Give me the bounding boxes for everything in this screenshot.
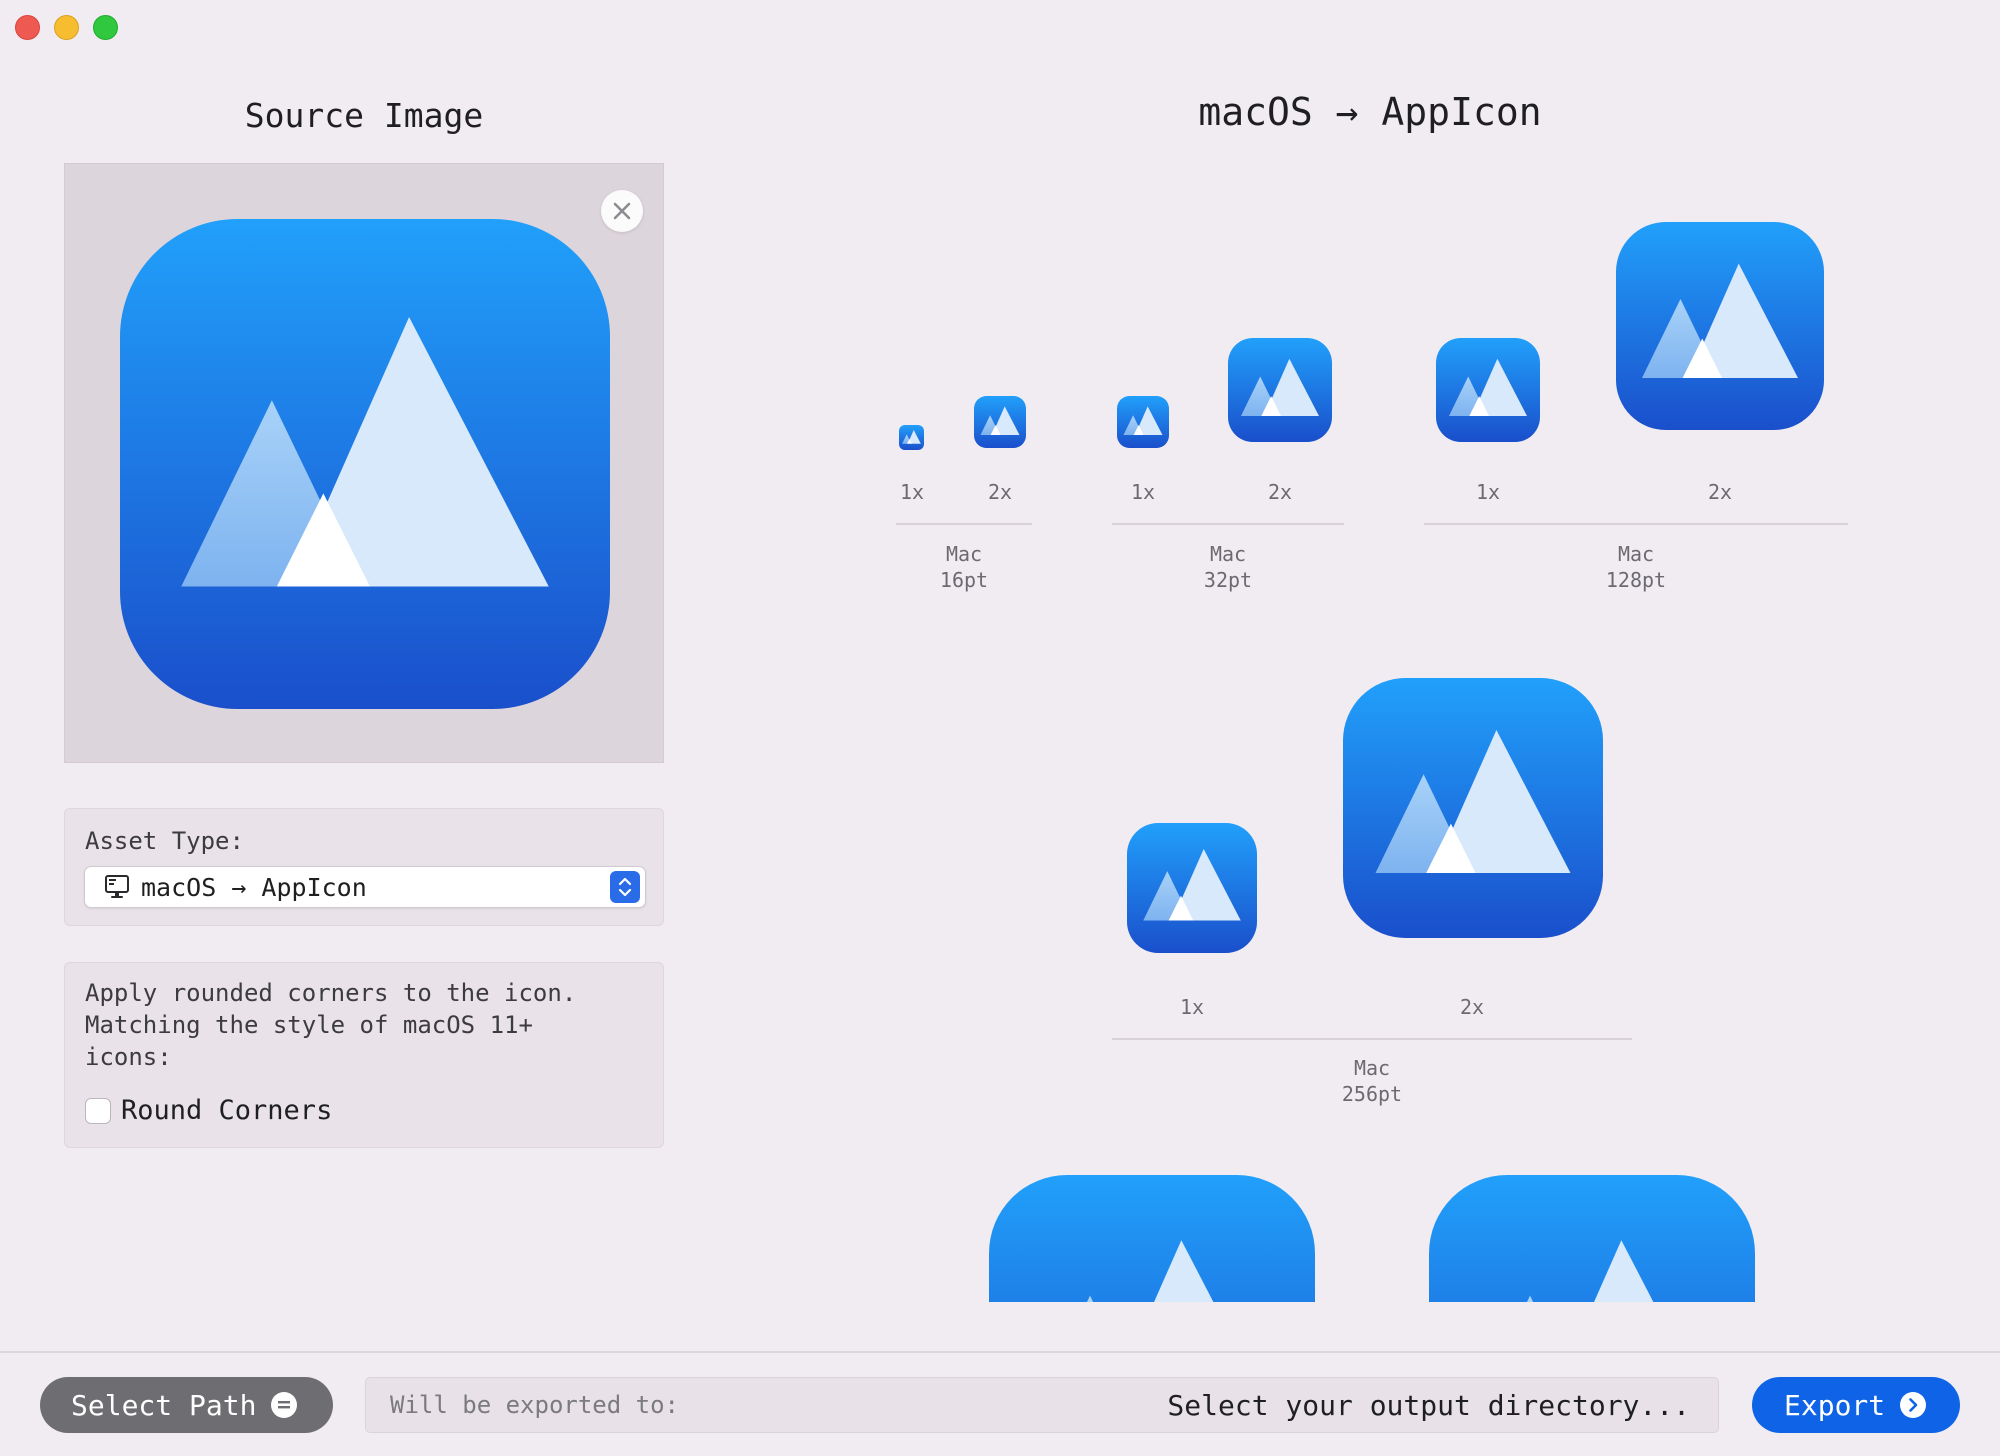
folder-icon — [271, 1392, 298, 1418]
close-window-button[interactable] — [15, 15, 40, 40]
zoom-window-button[interactable] — [93, 15, 118, 40]
group-label-256pt: Mac 256pt — [1341, 1056, 1403, 1106]
monitor-icon — [105, 875, 129, 898]
select-path-label: Select Path — [71, 1388, 257, 1422]
scale-label: 1x — [1475, 480, 1501, 504]
window-controls — [15, 15, 118, 40]
export-button[interactable]: Export — [1752, 1377, 1960, 1433]
asset-type-panel: Asset Type: macOS → AppIcon — [64, 808, 664, 926]
icon-128pt-1x — [1436, 338, 1540, 442]
icon-256pt-1x — [1127, 823, 1257, 953]
chevron-up-down-icon — [618, 877, 632, 897]
round-corners-toggle[interactable]: Round Corners — [85, 1095, 332, 1126]
chevron-right-circle-icon — [1900, 1392, 1927, 1418]
round-corners-panel: Apply rounded corners to the icon. Match… — [64, 962, 664, 1148]
round-corners-description: Apply rounded corners to the icon. Match… — [85, 979, 577, 1071]
icon-32pt-1x — [1117, 396, 1169, 448]
group-divider — [1112, 1038, 1632, 1040]
icon-16pt-2x — [974, 396, 1026, 448]
select-path-button[interactable]: Select Path — [40, 1377, 333, 1433]
asset-type-label: Asset Type: — [85, 827, 244, 855]
group-label-32pt: Mac 32pt — [1203, 542, 1253, 592]
group-label-128pt: Mac 128pt — [1605, 542, 1667, 592]
scale-label: 2x — [1707, 480, 1733, 504]
icon-32pt-2x — [1228, 338, 1332, 442]
bottom-bar: Select Path Will be exported to: Select … — [0, 1351, 2000, 1456]
select-stepper[interactable] — [610, 871, 640, 903]
source-image-dropzone[interactable] — [64, 163, 664, 763]
export-path-value: Select your output directory... — [1167, 1389, 1690, 1422]
source-image-title: Source Image — [244, 96, 484, 135]
round-corners-checkbox[interactable] — [85, 1097, 111, 1124]
round-corners-label: Round Corners — [121, 1095, 333, 1126]
scale-label: 1x — [899, 480, 925, 504]
close-icon — [613, 202, 631, 220]
group-divider — [1112, 523, 1344, 525]
minimize-window-button[interactable] — [54, 15, 79, 40]
scale-label: 1x — [1179, 995, 1205, 1019]
scroll-clip — [0, 1302, 2000, 1352]
scale-label: 2x — [987, 480, 1013, 504]
asset-type-value: macOS → AppIcon — [141, 872, 367, 902]
scale-label: 2x — [1267, 480, 1293, 504]
remove-image-button[interactable] — [601, 190, 643, 232]
group-divider — [896, 523, 1032, 525]
group-divider — [1424, 523, 1848, 525]
export-path-prefix: Will be exported to: — [390, 1391, 679, 1419]
scale-label: 1x — [1130, 480, 1156, 504]
scale-label: 2x — [1459, 995, 1485, 1019]
export-path-field: Will be exported to: Select your output … — [365, 1377, 1719, 1433]
icon-128pt-2x — [1616, 222, 1824, 430]
app-window: Source Image Asset Type: macOS → AppIcon — [0, 0, 2000, 1456]
export-label: Export — [1784, 1388, 1886, 1422]
icon-256pt-2x — [1343, 678, 1603, 938]
icon-16pt-1x — [899, 425, 924, 450]
group-label-16pt: Mac 16pt — [939, 542, 989, 592]
preview-title: macOS → AppIcon — [1198, 90, 1542, 134]
asset-type-select[interactable]: macOS → AppIcon — [84, 866, 646, 908]
source-app-icon — [120, 219, 610, 709]
